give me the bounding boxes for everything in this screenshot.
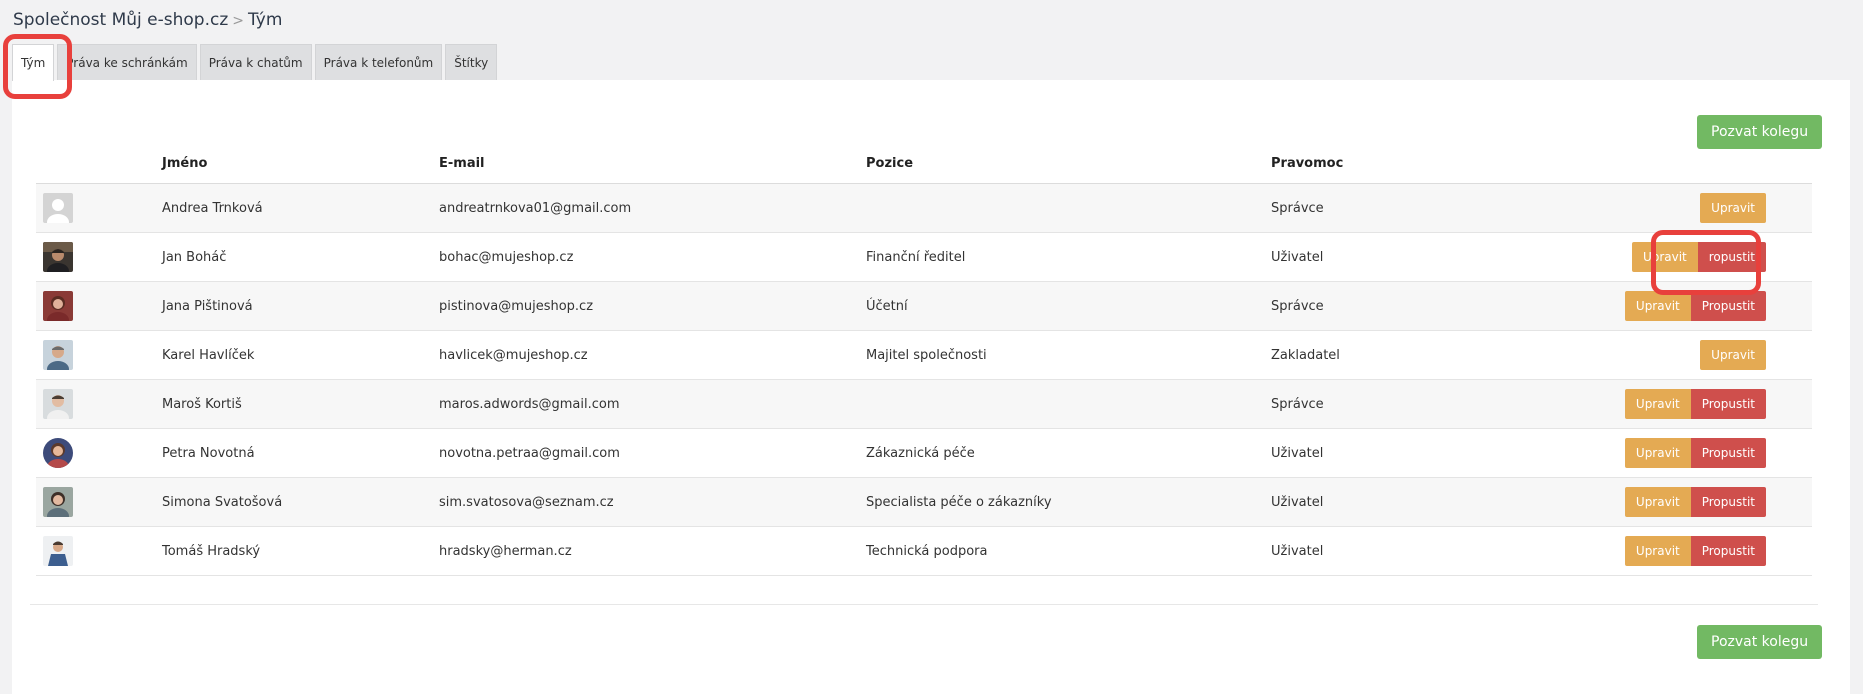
tab-labels[interactable]: Štítky: [445, 44, 498, 80]
dismiss-button[interactable]: Propustit: [1690, 291, 1766, 321]
member-email: hradsky@herman.cz: [439, 526, 866, 576]
user-photo-avatar: [43, 389, 73, 419]
table-row: Maroš Kortiš maros.adwords@gmail.com Spr…: [36, 379, 1812, 429]
actions-column-header: [1571, 143, 1812, 184]
tab-bar: Tým Práva ke schránkám Práva k chatům Pr…: [12, 44, 498, 81]
member-email: andreatrnkova01@gmail.com: [439, 183, 866, 233]
member-name: Andrea Trnková: [162, 183, 439, 233]
user-photo-avatar: [43, 536, 73, 566]
divider: [30, 604, 1818, 605]
member-position: [866, 379, 1271, 429]
edit-button[interactable]: Upravit: [1700, 193, 1766, 223]
table-row: Jan Boháč bohac@mujeshop.cz Finanční řed…: [36, 232, 1812, 282]
name-column-header: Jméno: [162, 143, 439, 184]
tab-chat-rights[interactable]: Práva k chatům: [199, 44, 312, 80]
edit-button[interactable]: Upravit: [1624, 438, 1691, 468]
email-column-header: E-mail: [439, 143, 866, 184]
member-email: havlicek@mujeshop.cz: [439, 330, 866, 380]
position-column-header: Pozice: [866, 143, 1271, 184]
member-position: Technická podpora: [866, 526, 1271, 576]
table-row: Jana Pištinová pistinova@mujeshop.cz Úče…: [36, 281, 1812, 331]
edit-button[interactable]: Upravit: [1624, 291, 1691, 321]
member-name: Maroš Kortiš: [162, 379, 439, 429]
member-name: Tomáš Hradský: [162, 526, 439, 576]
member-position: Majitel společnosti: [866, 330, 1271, 380]
member-email: sim.svatosova@seznam.cz: [439, 477, 866, 527]
table-row: Petra Novotná novotna.petraa@gmail.com Z…: [36, 428, 1812, 478]
default-avatar-icon: [43, 193, 73, 223]
edit-button[interactable]: Upravit: [1624, 536, 1691, 566]
breadcrumb-company-link[interactable]: Společnost Můj e-shop.cz: [13, 10, 228, 30]
member-name: Jan Boháč: [162, 232, 439, 282]
table-row: Simona Svatošová sim.svatosova@seznam.cz…: [36, 477, 1812, 527]
table-header-row: Jméno E-mail Pozice Pravomoc: [36, 143, 1812, 184]
member-name: Simona Svatošová: [162, 477, 439, 527]
member-permission: Správce: [1271, 379, 1571, 429]
member-email: maros.adwords@gmail.com: [439, 379, 866, 429]
member-email: pistinova@mujeshop.cz: [439, 281, 866, 331]
edit-button[interactable]: Upravit: [1624, 389, 1691, 419]
dismiss-button[interactable]: Propustit: [1690, 389, 1766, 419]
member-permission: Uživatel: [1271, 526, 1571, 576]
user-photo-avatar: [43, 487, 73, 517]
user-photo-avatar: [43, 340, 73, 370]
member-permission: Správce: [1271, 281, 1571, 331]
table-row: Andrea Trnková andreatrnkova01@gmail.com…: [36, 183, 1812, 233]
member-name: Karel Havlíček: [162, 330, 439, 380]
table-row: Karel Havlíček havlicek@mujeshop.cz Maji…: [36, 330, 1812, 380]
member-position: Specialista péče o zákazníky: [866, 477, 1271, 527]
tab-phone-rights[interactable]: Práva k telefonům: [314, 44, 443, 80]
breadcrumb: Společnost Můj e-shop.cz > Tým: [13, 10, 282, 30]
dismiss-button[interactable]: ropustit: [1697, 242, 1766, 272]
tab-mailbox-rights[interactable]: Práva ke schránkám: [57, 44, 197, 80]
team-table: Jméno E-mail Pozice Pravomoc Andrea Trnk…: [36, 143, 1812, 576]
member-email: bohac@mujeshop.cz: [439, 232, 866, 282]
dismiss-button[interactable]: Propustit: [1690, 536, 1766, 566]
member-position: Zákaznická péče: [866, 428, 1271, 478]
edit-button[interactable]: Upravit: [1700, 340, 1766, 370]
member-name: Jana Pištinová: [162, 281, 439, 331]
member-name: Petra Novotná: [162, 428, 439, 478]
member-permission: Uživatel: [1271, 428, 1571, 478]
edit-button[interactable]: Upravit: [1631, 242, 1698, 272]
member-position: Finanční ředitel: [866, 232, 1271, 282]
tab-team[interactable]: Tým: [12, 44, 55, 81]
member-permission: Zakladatel: [1271, 330, 1571, 380]
member-permission: Uživatel: [1271, 232, 1571, 282]
dismiss-button[interactable]: Propustit: [1690, 487, 1766, 517]
user-photo-avatar: [43, 242, 73, 272]
member-position: Účetní: [866, 281, 1271, 331]
member-email: novotna.petraa@gmail.com: [439, 428, 866, 478]
avatar-column-header: [36, 143, 162, 184]
member-permission: Správce: [1271, 183, 1571, 233]
user-photo-avatar: [43, 438, 73, 468]
invite-colleague-button-bottom[interactable]: Pozvat kolegu: [1697, 625, 1823, 659]
breadcrumb-separator: >: [232, 13, 245, 29]
breadcrumb-current: Tým: [248, 10, 283, 30]
table-row: Tomáš Hradský hradsky@herman.cz Technick…: [36, 526, 1812, 576]
permission-column-header: Pravomoc: [1271, 143, 1571, 184]
member-position: [866, 183, 1271, 233]
user-photo-avatar: [43, 291, 73, 321]
member-permission: Uživatel: [1271, 477, 1571, 527]
dismiss-button[interactable]: Propustit: [1690, 438, 1766, 468]
edit-button[interactable]: Upravit: [1624, 487, 1691, 517]
